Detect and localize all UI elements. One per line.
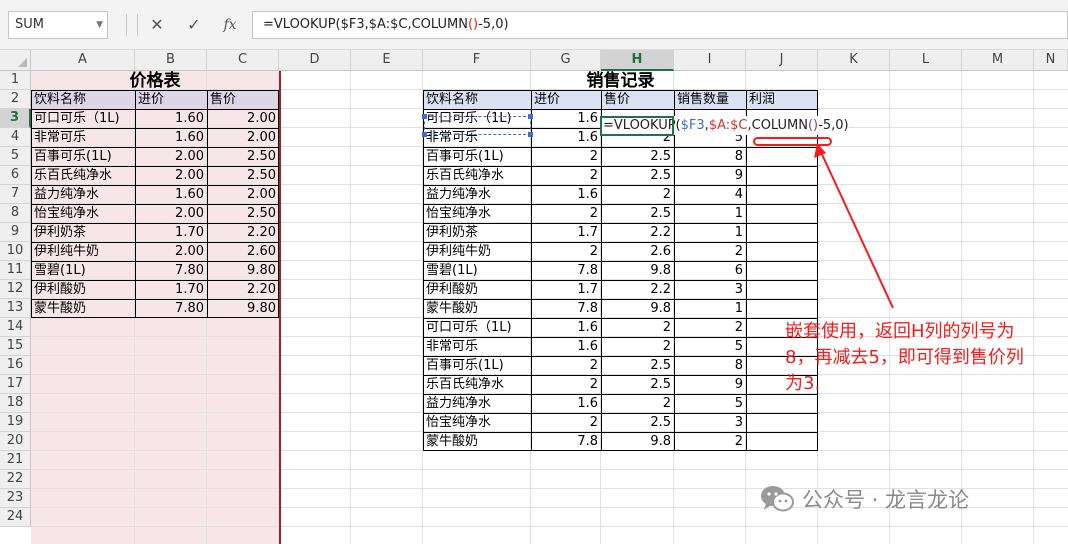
annotation-line: 嵌套使用，返回H列的列号为: [785, 321, 1015, 342]
watermark: 公众号 · 龙言龙论: [760, 484, 969, 514]
annotation-line: 为3.: [785, 373, 821, 394]
annotation-line: 8，再减去5，即可得到售价列: [785, 347, 1024, 368]
wechat-icon: [761, 486, 794, 512]
annotation-text: 嵌套使用，返回H列的列号为 8，再减去5，即可得到售价列 为3.: [785, 319, 1068, 397]
watermark-text: 公众号 · 龙言龙论: [802, 488, 970, 512]
annotation-arrow: [753, 137, 894, 309]
